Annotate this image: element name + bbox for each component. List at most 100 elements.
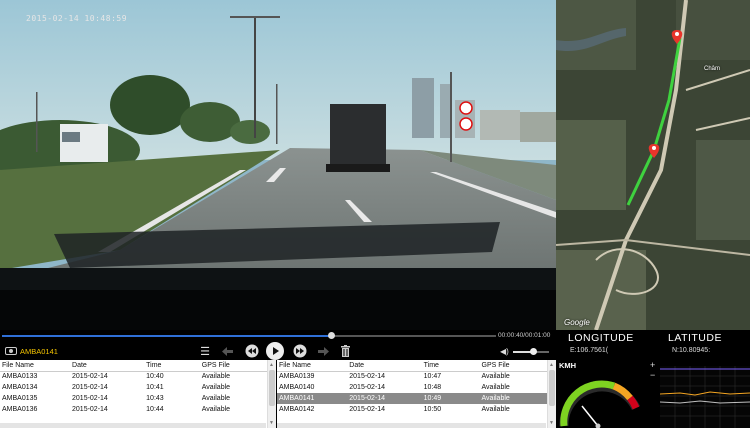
rewind-icon[interactable] — [244, 344, 260, 358]
table-row[interactable]: AMBA0135 2015-02-14 10:43 Available — [0, 393, 276, 404]
arrow-right-icon[interactable] — [316, 344, 330, 358]
longitude-value: E:106.7561( — [570, 347, 609, 354]
file-list-left: File Name Date Time GPS File AMBA0133 20… — [0, 360, 276, 428]
file-table: File Name Date Time GPS File AMBA0139 20… — [277, 360, 556, 415]
vertical-scrollbar[interactable]: ▲ ▼ — [547, 360, 556, 428]
gps-cell: Available — [201, 384, 231, 391]
seek-thumb[interactable] — [327, 332, 335, 339]
file-name-cell: AMBA0142 — [279, 406, 315, 413]
play-icon[interactable] — [266, 342, 284, 360]
time-cell: 10:48 — [423, 384, 442, 391]
time-cell: 10:50 — [423, 406, 442, 413]
zoom-in-button[interactable]: + — [650, 360, 655, 370]
horizontal-scrollbar[interactable] — [0, 423, 266, 428]
file-name-cell: AMBA0134 — [2, 384, 38, 391]
scroll-up-icon[interactable]: ▲ — [269, 362, 274, 368]
map-road-label: Châm — [704, 66, 721, 72]
fast-forward-icon[interactable] — [292, 344, 308, 358]
volume-thumb[interactable] — [529, 347, 537, 355]
date-cell: 2015-02-14 — [347, 393, 422, 404]
map-tiles — [556, 0, 750, 330]
gps-info-panel: LONGITUDE LATITUDE E:106.7561( N:10.8094… — [556, 330, 750, 428]
camera-icon[interactable] — [5, 347, 17, 355]
video-timestamp: 2015-02-14 10:48:59 — [26, 14, 128, 23]
zoom-out-button[interactable]: − — [650, 370, 655, 380]
table-row[interactable]: AMBA0136 2015-02-14 10:44 Available — [0, 404, 276, 415]
time-cell: 10:49 — [421, 393, 480, 404]
gps-cell: Available — [481, 373, 510, 381]
latitude-value: N:10.80945: — [672, 347, 711, 354]
column-header[interactable]: GPS File — [199, 360, 276, 372]
file-list-right: File Name Date Time GPS File AMBA0139 20… — [277, 360, 556, 428]
volume-control: ◀) — [500, 347, 549, 356]
file-name-cell: AMBA0141 — [277, 393, 348, 404]
column-header[interactable]: Time — [144, 360, 200, 372]
dashcam-player-window: 2015-02-14 10:48:59 Châm Google 00:00:40… — [0, 0, 750, 428]
video-scene — [0, 0, 556, 330]
table-row[interactable]: AMBA0140 2015-02-14 10:48 Available — [277, 382, 556, 393]
table-row[interactable]: AMBA0134 2015-02-14 10:41 Available — [0, 382, 276, 393]
trash-icon[interactable] — [338, 344, 352, 358]
seek-track[interactable] — [2, 332, 496, 339]
time-cell: 10:40 — [146, 373, 164, 381]
current-clip-name: AMBA0141 — [20, 347, 58, 356]
date-cell: 2015-02-14 — [72, 384, 108, 391]
table-row[interactable]: AMBA0133 2015-02-14 10:40 Available — [0, 371, 276, 382]
gps-cell: Available — [201, 373, 231, 381]
time-cell: 10:44 — [146, 406, 164, 413]
vertical-scrollbar[interactable]: ▲ ▼ — [267, 360, 276, 428]
time-cell: 10:41 — [146, 384, 164, 391]
playback-controls: AMBA0141 ☰ ◀) — [0, 342, 556, 360]
time-readout: 00:00:40/00:01:00 — [498, 332, 551, 339]
scroll-thumb[interactable] — [269, 370, 275, 406]
file-name-cell: AMBA0140 — [279, 384, 315, 391]
table-row-selected[interactable]: AMBA0141 2015-02-14 10:49 Available — [277, 393, 556, 404]
menu-icon[interactable]: ☰ — [198, 344, 212, 358]
column-header[interactable]: GPS File — [479, 360, 556, 372]
date-cell: 2015-02-14 — [349, 373, 386, 381]
file-name-cell: AMBA0135 — [2, 395, 38, 402]
scroll-up-icon[interactable]: ▲ — [549, 362, 554, 368]
gps-cell: Available — [201, 406, 231, 413]
time-cell: 10:47 — [423, 373, 442, 381]
arrow-left-icon[interactable] — [220, 344, 234, 358]
column-header[interactable]: File Name — [0, 360, 71, 372]
gps-cell: Available — [481, 384, 510, 391]
column-header[interactable]: File Name — [277, 360, 348, 372]
table-row[interactable]: AMBA0139 2015-02-14 10:47 Available — [277, 371, 556, 382]
google-logo: Google — [564, 318, 590, 327]
seek-track-fill — [2, 335, 331, 337]
column-header[interactable]: Time — [421, 360, 480, 372]
table-row[interactable]: AMBA0142 2015-02-14 10:50 Available — [277, 404, 556, 415]
date-cell: 2015-02-14 — [72, 406, 108, 413]
volume-slider[interactable] — [512, 347, 549, 355]
scroll-down-icon[interactable]: ▼ — [269, 420, 274, 426]
column-header[interactable]: Date — [347, 360, 422, 372]
scroll-thumb[interactable] — [549, 370, 555, 406]
table-header-row: File Name Date Time GPS File — [277, 360, 556, 372]
progress-bar[interactable]: 00:00:40/00:01:00 — [0, 330, 556, 342]
file-name-cell: AMBA0133 — [2, 373, 38, 381]
file-name-cell: AMBA0136 — [2, 406, 38, 413]
video-frame[interactable]: 2015-02-14 10:48:59 — [0, 0, 556, 330]
date-cell: 2015-02-14 — [72, 373, 108, 381]
date-cell: 2015-02-14 — [349, 384, 386, 391]
gsensor-graph — [660, 366, 750, 428]
longitude-label: LONGITUDE — [568, 332, 634, 344]
column-header[interactable]: Date — [70, 360, 145, 372]
horizontal-scrollbar[interactable] — [277, 423, 546, 428]
time-cell: 10:43 — [146, 395, 164, 402]
gps-map[interactable]: Châm Google — [556, 0, 750, 330]
date-cell: 2015-02-14 — [72, 395, 108, 402]
file-table: File Name Date Time GPS File AMBA0133 20… — [0, 360, 276, 415]
gps-cell: Available — [479, 393, 556, 404]
speedometer-gauge — [559, 380, 641, 428]
scroll-down-icon[interactable]: ▼ — [549, 420, 554, 426]
file-name-cell: AMBA0139 — [279, 373, 315, 381]
latitude-label: LATITUDE — [668, 332, 722, 344]
table-header-row: File Name Date Time GPS File — [0, 360, 276, 372]
date-cell: 2015-02-14 — [349, 406, 386, 413]
gps-cell: Available — [201, 395, 231, 402]
volume-icon[interactable]: ◀) — [500, 347, 509, 356]
gps-cell: Available — [481, 406, 510, 413]
